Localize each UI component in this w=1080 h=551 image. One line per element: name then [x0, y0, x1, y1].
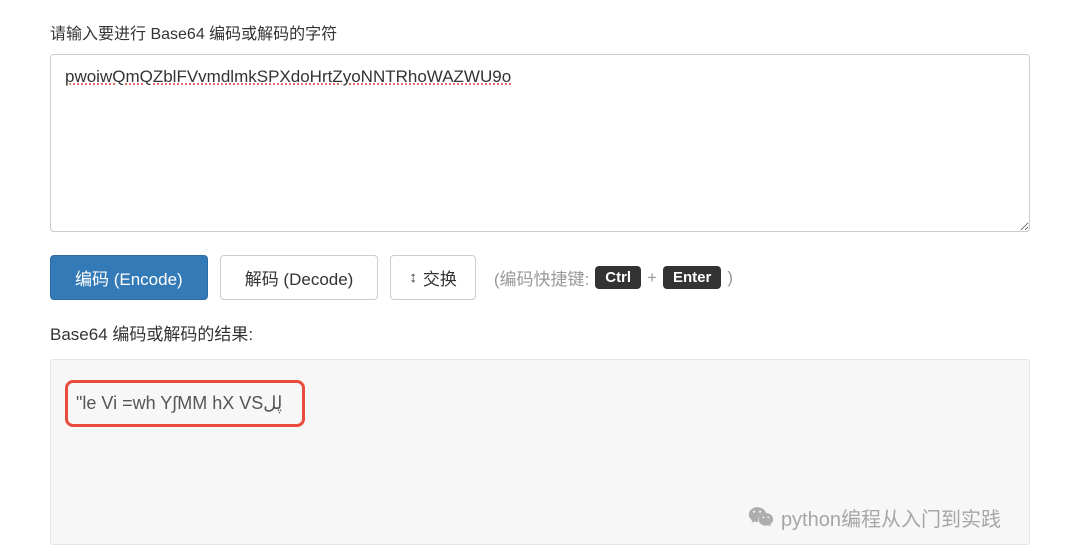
shortcut-hint: (编码快捷键: Ctrl + Enter ) — [494, 265, 733, 290]
kbd-enter: Enter — [663, 266, 721, 289]
output-area: "le Vi =wh Y∫MM hX VSڸل python编程从入门到实践 — [50, 359, 1030, 545]
watermark: python编程从入门到实践 — [747, 503, 1001, 532]
swap-label: 交换 — [423, 265, 457, 290]
result-label: Base64 编码或解码的结果: — [50, 320, 1030, 345]
swap-icon: ↕ — [409, 269, 417, 286]
kbd-ctrl: Ctrl — [595, 266, 641, 289]
input-textarea[interactable] — [50, 54, 1030, 232]
wechat-icon — [747, 504, 775, 532]
action-button-row: 编码 (Encode) 解码 (Decode) ↕ 交换 (编码快捷键: Ctr… — [50, 255, 1030, 300]
watermark-text: python编程从入门到实践 — [781, 503, 1001, 532]
output-text: "le Vi =wh Y∫MM hX VSڸل — [76, 393, 282, 413]
encode-button[interactable]: 编码 (Encode) — [50, 255, 208, 300]
input-label: 请输入要进行 Base64 编码或解码的字符 — [50, 20, 1030, 44]
decode-button[interactable]: 解码 (Decode) — [220, 255, 379, 300]
shortcut-suffix: ) — [727, 268, 733, 288]
swap-button[interactable]: ↕ 交换 — [390, 255, 476, 300]
shortcut-prefix: (编码快捷键: — [494, 265, 589, 290]
shortcut-plus: + — [647, 268, 657, 288]
output-highlight-box: "le Vi =wh Y∫MM hX VSڸل — [65, 380, 305, 427]
